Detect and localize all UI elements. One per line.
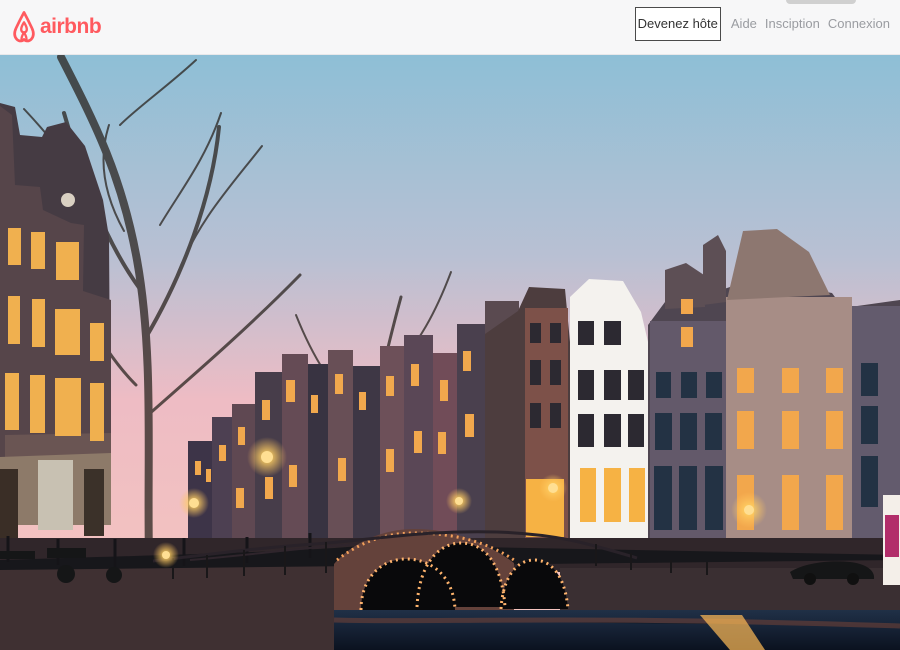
header-top-shadow	[786, 0, 856, 4]
help-link[interactable]: Aide	[731, 6, 757, 42]
airbnb-logo[interactable]: airbnb	[11, 9, 102, 45]
amsterdam-canal-scene	[0, 55, 900, 650]
login-link[interactable]: Connexion	[828, 6, 890, 42]
airbnb-belo-icon	[13, 11, 35, 43]
header-navigation: Devenez hôte Aide Insciption Connexion	[634, 6, 890, 42]
amsterdam-canal-hero-image	[0, 55, 900, 650]
top-navigation-bar: airbnb Devenez hôte Aide Insciption Conn…	[0, 0, 900, 55]
become-host-button[interactable]: Devenez hôte	[634, 7, 721, 41]
signup-link[interactable]: Insciption	[765, 6, 820, 42]
airbnb-home-page: airbnb Devenez hôte Aide Insciption Conn…	[0, 0, 900, 650]
airbnb-logo-text: airbnb	[40, 15, 102, 38]
